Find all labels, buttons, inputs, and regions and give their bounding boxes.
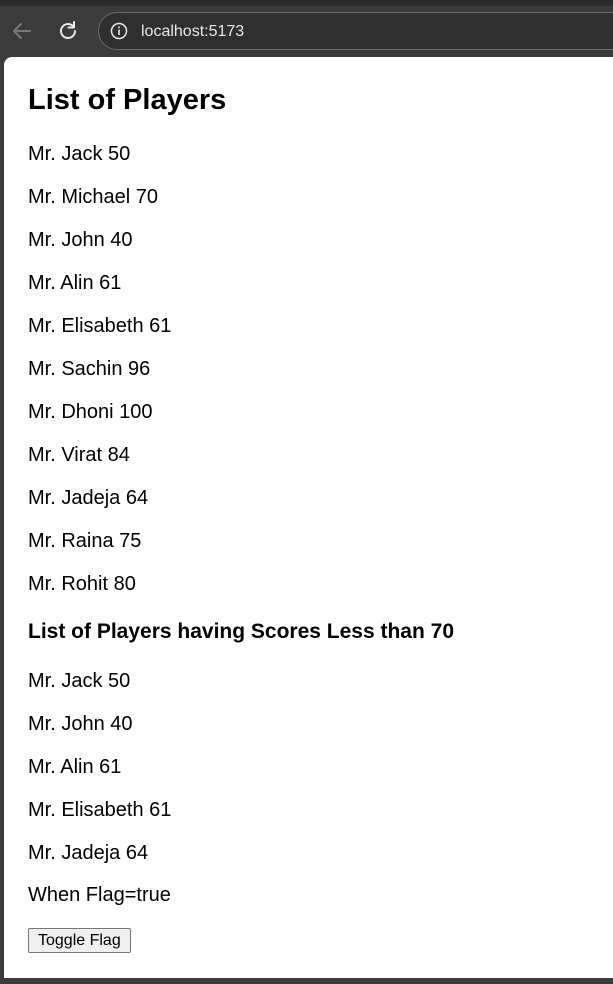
filtered-section-title: List of Players having Scores Less than …	[28, 620, 454, 643]
player-item: Mr. Raina 75	[28, 530, 142, 552]
player-item: Mr. Elisabeth 61	[28, 315, 172, 337]
filtered-player-item: Mr. Jadeja 64	[28, 842, 149, 864]
filtered-player-item: Mr. Alin 61	[28, 756, 122, 778]
filtered-player-item: Mr. Jack 50	[28, 670, 131, 692]
player-item: Mr. Alin 61	[28, 272, 122, 294]
player-item: Mr. Dhoni 100	[28, 401, 153, 423]
page-viewport: List of Players Mr. Jack 50 Mr. Michael …	[4, 57, 613, 978]
reload-icon	[60, 21, 76, 39]
player-item: Mr. Jack 50	[28, 143, 131, 165]
flag-status-text: When Flag=true	[28, 884, 171, 906]
player-item: Mr. Jadeja 64	[28, 487, 149, 509]
reload-button[interactable]	[54, 17, 82, 45]
player-item: Mr. John 40	[28, 229, 133, 251]
player-item: Mr. Sachin 96	[28, 358, 151, 380]
back-button[interactable]	[8, 17, 36, 45]
info-icon[interactable]	[110, 22, 128, 40]
url-text[interactable]: localhost:5173	[141, 22, 244, 42]
address-bar[interactable]: localhost:5173	[98, 12, 613, 50]
browser-toolbar: localhost:5173	[0, 0, 613, 62]
arrow-left-icon	[13, 23, 31, 39]
player-item: Mr. Virat 84	[28, 444, 130, 466]
toggle-flag-button[interactable]: Toggle Flag	[28, 928, 131, 953]
tab-strip-edge	[0, 0, 613, 6]
player-item: Mr. Michael 70	[28, 186, 159, 208]
page-title: List of Players	[28, 84, 227, 116]
filtered-player-item: Mr. John 40	[28, 713, 133, 735]
filtered-player-item: Mr. Elisabeth 61	[28, 799, 172, 821]
player-item: Mr. Rohit 80	[28, 573, 136, 595]
